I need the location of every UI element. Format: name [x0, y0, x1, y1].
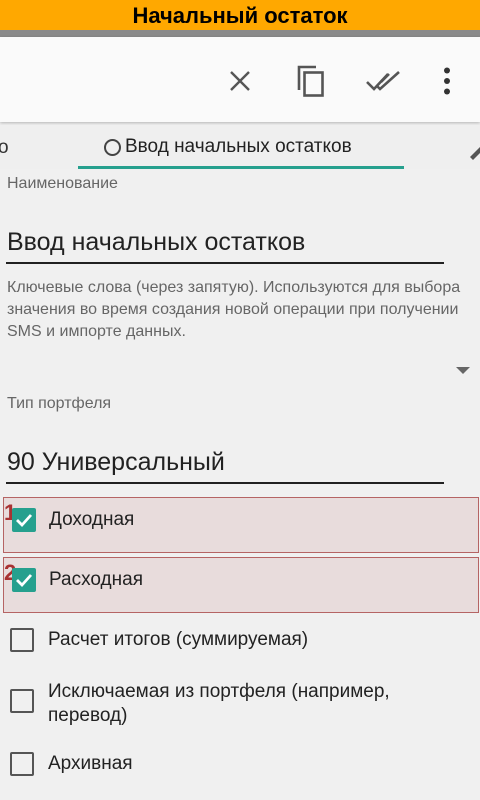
checkbox-unchecked-icon[interactable] — [10, 752, 34, 776]
checkbox-label: Расчет итогов (суммируемая) — [48, 629, 309, 650]
toolbar — [0, 37, 480, 122]
name-caption: Наименование — [7, 175, 118, 192]
checkbox-checked-icon[interactable] — [12, 568, 36, 592]
more-vert-icon — [444, 67, 450, 95]
copy-icon — [297, 65, 324, 97]
save-all-button[interactable] — [364, 61, 404, 101]
close-icon — [230, 71, 250, 91]
checkbox-excluded[interactable]: Исключаемая из портфеля (например, перев… — [0, 678, 480, 730]
portfolio-field[interactable]: 90 Универсальный — [7, 448, 225, 477]
checkbox-unchecked-icon[interactable] — [10, 628, 34, 652]
radio-icon — [104, 139, 121, 156]
close-button[interactable] — [220, 61, 260, 101]
status-strip — [0, 30, 480, 37]
checkbox-label: Исключаемая из портфеля (например, перев… — [48, 681, 390, 726]
copy-button[interactable] — [291, 61, 331, 101]
tab-bar: о Ввод начальных остатков — [0, 125, 480, 169]
tab-previous[interactable]: о — [0, 137, 9, 159]
checkbox-checked-icon[interactable] — [12, 508, 36, 532]
checkbox-income[interactable]: 1 Доходная — [3, 497, 479, 553]
checkbox-expense[interactable]: 2 Расходная — [3, 557, 479, 613]
pencil-icon — [470, 147, 480, 160]
checkbox-label: Доходная — [49, 509, 135, 530]
checkbox-archived[interactable]: Архивная — [0, 744, 480, 784]
portfolio-underline — [6, 482, 444, 484]
keywords-dropdown-icon[interactable] — [456, 367, 470, 374]
checkbox-label: Архивная — [48, 753, 133, 774]
checkbox-totals[interactable]: Расчет итогов (суммируемая) — [0, 620, 480, 660]
keywords-hint: Ключевые слова (через запятую). Использу… — [7, 279, 461, 340]
checkbox-label: Расходная — [49, 569, 143, 590]
window-title: Начальный остаток — [0, 0, 480, 30]
portfolio-caption: Тип портфеля — [7, 395, 112, 412]
tab-active-label: Ввод начальных остатков — [125, 136, 352, 157]
tab-active[interactable]: Ввод начальных остатков — [78, 125, 404, 169]
more-button[interactable] — [427, 61, 467, 101]
done-all-icon — [366, 71, 400, 91]
name-field[interactable]: Ввод начальных остатков — [7, 228, 305, 257]
name-underline — [6, 262, 444, 264]
tab-next[interactable] — [468, 143, 480, 163]
checkbox-unchecked-icon[interactable] — [10, 689, 34, 713]
tab-indicator — [78, 166, 404, 169]
